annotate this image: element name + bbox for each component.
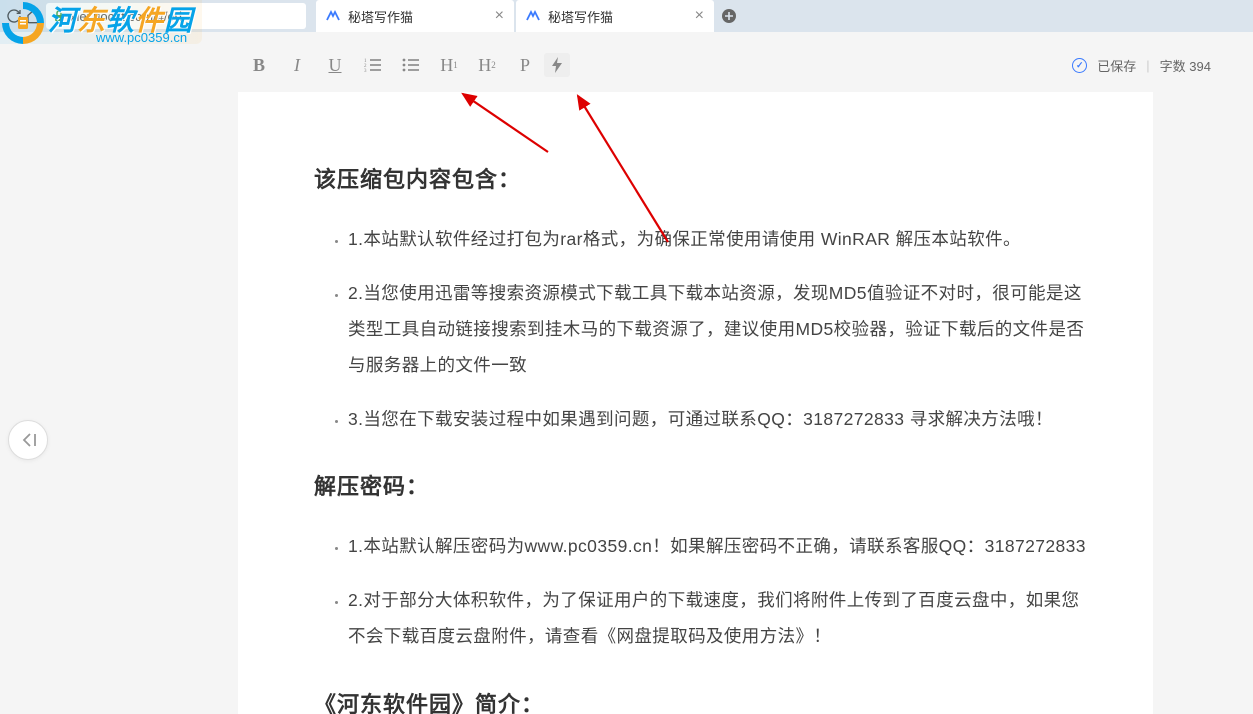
wordcount: 字数 394 xyxy=(1160,56,1211,75)
check-icon: ✓ xyxy=(1072,58,1087,73)
reload-icon[interactable] xyxy=(6,8,22,24)
format-toolbar: B I U 123 H1 H2 P xyxy=(240,50,570,80)
lightning-button[interactable] xyxy=(544,53,570,77)
separator: | xyxy=(1146,58,1149,73)
list-item: 1.本站默认软件经过打包为rar格式，为确保正常使用请使用 WinRAR 解压本… xyxy=(348,222,1093,258)
lightning-icon xyxy=(551,57,563,73)
tab-2[interactable]: 秘塔写作猫 × xyxy=(516,0,714,32)
ol-icon: 123 xyxy=(364,57,382,73)
url-text: xiezuocat.com/#/ed xyxy=(70,9,182,24)
tab-title: 秘塔写作猫 xyxy=(348,7,413,26)
unordered-list-button[interactable] xyxy=(392,50,430,80)
underline-button[interactable]: U xyxy=(316,50,354,80)
h1-button[interactable]: H1 xyxy=(430,50,468,80)
collapse-icon xyxy=(18,432,38,448)
lock-icon xyxy=(54,10,64,22)
tab-favicon xyxy=(326,9,340,23)
sidebar-toggle-button[interactable] xyxy=(8,420,48,460)
close-icon[interactable]: × xyxy=(495,7,504,25)
doc-heading: 《河东软件园》简介： xyxy=(314,687,1093,714)
doc-heading: 该压缩包内容包含： xyxy=(314,162,1093,194)
italic-button[interactable]: I xyxy=(278,50,316,80)
doc-list: 1.本站默认软件经过打包为rar格式，为确保正常使用请使用 WinRAR 解压本… xyxy=(314,222,1093,437)
list-item: 1.本站默认解压密码为www.pc0359.cn！如果解压密码不正确，请联系客服… xyxy=(348,529,1093,565)
browser-chrome: xiezuocat.com/#/ed 秘塔写作猫 × 秘塔写作猫 × xyxy=(0,0,1253,32)
paragraph-button[interactable]: P xyxy=(506,50,544,80)
h2-button[interactable]: H2 xyxy=(468,50,506,80)
add-tab-button[interactable] xyxy=(716,0,742,32)
list-item: 2.当您使用迅雷等搜索资源模式下载工具下载本站资源，发现MD5值验证不对时，很可… xyxy=(348,276,1093,384)
plus-icon xyxy=(721,8,737,24)
list-item: 3.当您在下载安装过程中如果遇到问题，可通过联系QQ：3187272833 寻求… xyxy=(348,402,1093,438)
close-icon[interactable]: × xyxy=(695,7,704,25)
document-editor[interactable]: 该压缩包内容包含： 1.本站默认软件经过打包为rar格式，为确保正常使用请使用 … xyxy=(238,92,1153,714)
tab-favicon xyxy=(526,9,540,23)
app-content: B I U 123 H1 H2 P ✓ 已保存 | 字数 394 该压缩包内容包… xyxy=(0,32,1253,714)
ul-icon xyxy=(402,57,420,73)
tab-1[interactable]: 秘塔写作猫 × xyxy=(316,0,514,32)
address-bar[interactable]: xiezuocat.com/#/ed xyxy=(46,3,306,29)
ordered-list-button[interactable]: 123 xyxy=(354,50,392,80)
list-item: 2.对于部分大体积软件，为了保证用户的下载速度，我们将附件上传到了百度云盘中，如… xyxy=(348,583,1093,655)
tab-title: 秘塔写作猫 xyxy=(548,7,613,26)
home-icon[interactable] xyxy=(26,8,42,24)
bold-button[interactable]: B xyxy=(240,50,278,80)
doc-list: 1.本站默认解压密码为www.pc0359.cn！如果解压密码不正确，请联系客服… xyxy=(314,529,1093,655)
tab-bar: 秘塔写作猫 × 秘塔写作猫 × xyxy=(316,0,742,32)
nav-buttons xyxy=(6,8,42,24)
saved-label: 已保存 xyxy=(1097,56,1136,75)
svg-text:3: 3 xyxy=(364,69,367,73)
doc-heading: 解压密码： xyxy=(314,469,1093,501)
status-bar: ✓ 已保存 | 字数 394 xyxy=(1072,56,1211,75)
